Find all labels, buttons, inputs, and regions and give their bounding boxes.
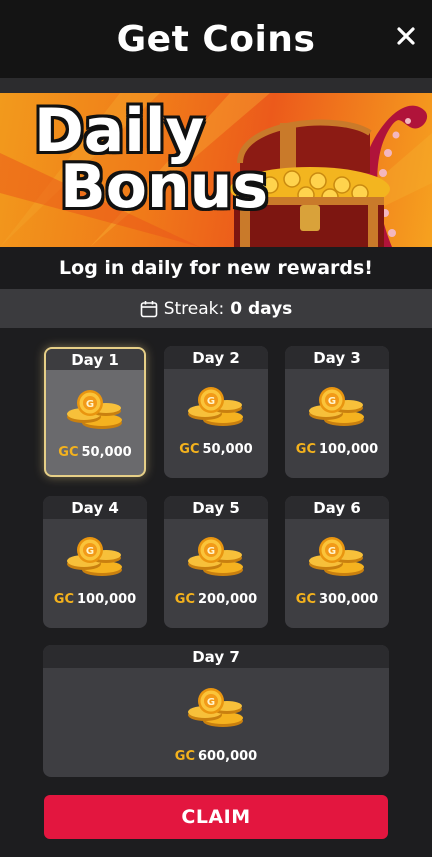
day-label: Day 1 (46, 349, 144, 370)
gold-coins-icon: G (309, 537, 364, 576)
gold-coins-icon: G (188, 537, 243, 576)
coins-image: G (64, 387, 126, 435)
gold-coins-icon: G (309, 387, 364, 426)
day-reward-amount: GC 50,000 (164, 442, 268, 457)
day-reward-amount: GC 50,000 (46, 445, 144, 460)
day-reward-amount: GC 200,000 (164, 592, 268, 607)
banner-title-line2: Bonus (60, 152, 269, 222)
day-card-2[interactable]: Day 2 G GC 50,000 (164, 346, 268, 478)
banner-title: Daily Bonus (34, 101, 294, 217)
modal-header: Get Coins (0, 0, 432, 78)
day-card-6[interactable]: Day 6 G GC 300,000 (285, 496, 389, 628)
day-card-5[interactable]: Day 5 G GC 200,000 (164, 496, 268, 628)
day-reward-amount: GC 300,000 (285, 592, 389, 607)
coins-image: G (185, 384, 247, 432)
coins-image: G (306, 534, 368, 582)
day-label: Day 6 (285, 496, 389, 519)
day-reward-amount: GC 100,000 (285, 442, 389, 457)
gold-coins-icon: G (67, 537, 122, 576)
day-label: Day 7 (43, 645, 389, 668)
reward-value: 300,000 (319, 592, 379, 607)
day-card-7[interactable]: Day 7 G GC 600,000 (43, 645, 389, 777)
reward-value: 200,000 (198, 592, 258, 607)
close-icon (397, 27, 415, 45)
rewards-subtitle: Log in daily for new rewards! (0, 247, 432, 289)
currency-label: GC (179, 442, 200, 457)
svg-text:G: G (86, 399, 94, 410)
reward-value: 600,000 (198, 749, 258, 764)
reward-value: 50,000 (81, 445, 132, 460)
svg-text:G: G (207, 697, 215, 708)
day-card-3[interactable]: Day 3 G GC 100,000 (285, 346, 389, 478)
claim-button[interactable]: CLAIM (44, 795, 388, 839)
gold-coins-icon: G (188, 688, 243, 727)
reward-value: 100,000 (77, 592, 137, 607)
day-card-4[interactable]: Day 4 G GC 100,000 (43, 496, 147, 628)
gold-coins-icon: G (67, 390, 122, 429)
svg-text:G: G (207, 546, 215, 557)
currency-label: GC (174, 749, 195, 764)
currency-label: GC (53, 592, 74, 607)
daily-bonus-banner: Daily Bonus (0, 93, 432, 247)
streak-bar: Streak: 0 days (0, 289, 432, 328)
day-reward-amount: GC 100,000 (43, 592, 147, 607)
currency-label: GC (295, 442, 316, 457)
gold-coins-icon: G (188, 387, 243, 426)
day-label: Day 3 (285, 346, 389, 369)
day-label: Day 5 (164, 496, 268, 519)
day-reward-amount: GC 600,000 (43, 749, 389, 764)
close-button[interactable] (392, 22, 420, 50)
svg-text:G: G (207, 396, 215, 407)
svg-text:G: G (328, 396, 336, 407)
calendar-icon (140, 300, 157, 317)
currency-label: GC (295, 592, 316, 607)
streak-label: Streak: (163, 298, 225, 319)
currency-label: GC (58, 445, 79, 460)
coins-image: G (64, 534, 126, 582)
coins-image: G (306, 384, 368, 432)
coins-image: G (185, 534, 247, 582)
reward-value: 50,000 (202, 442, 253, 457)
header-divider (0, 78, 432, 93)
streak-value: 0 days (230, 298, 293, 319)
svg-text:G: G (86, 546, 94, 557)
day-label: Day 4 (43, 496, 147, 519)
reward-value: 100,000 (319, 442, 379, 457)
day-label: Day 2 (164, 346, 268, 369)
day-card-1[interactable]: Day 1 G GC 50,000 (44, 347, 146, 477)
page-title: Get Coins (116, 18, 316, 60)
coins-image: G (185, 685, 247, 733)
svg-text:G: G (328, 546, 336, 557)
currency-label: GC (174, 592, 195, 607)
